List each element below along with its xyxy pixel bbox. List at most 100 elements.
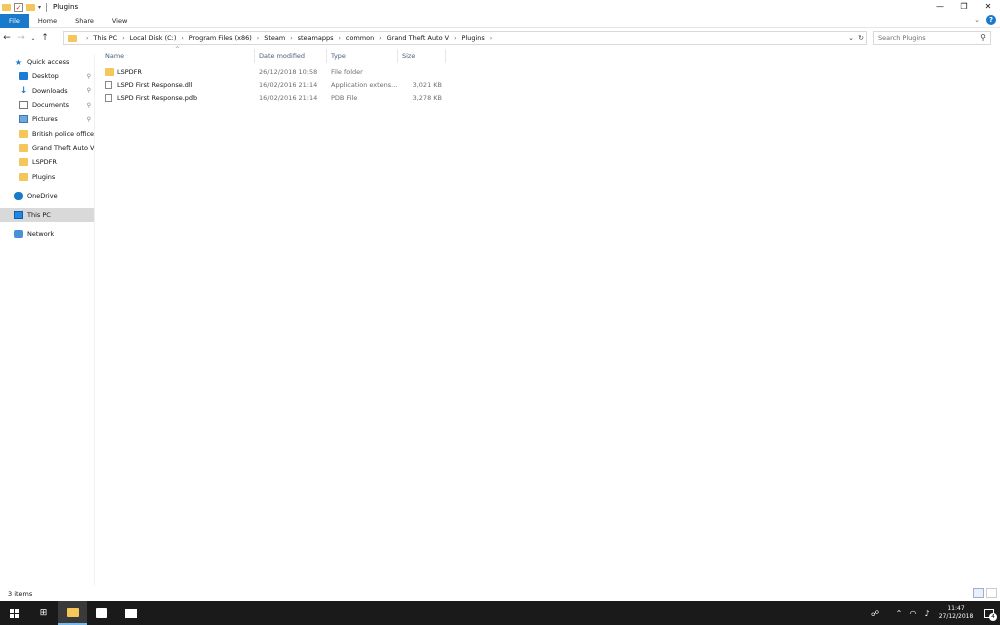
breadcrumb-separator[interactable]: › (122, 35, 124, 42)
windows-icon (10, 608, 19, 618)
file-row[interactable]: LSPD First Response.dll 16/02/2016 21:14… (101, 79, 1000, 92)
sidebar-item-plugins[interactable]: Plugins (0, 169, 94, 183)
restore-button[interactable]: ❐ (952, 0, 976, 14)
task-view-button[interactable]: ⊞ (29, 601, 58, 625)
file-type: Application extens... (331, 81, 398, 90)
search-icon[interactable]: ⚲ (980, 32, 986, 44)
search-input[interactable]: Search Plugins ⚲ (873, 31, 991, 45)
breadcrumb-program-files[interactable]: Program Files (x86) (189, 34, 252, 42)
forward-arrow-icon[interactable]: → (14, 33, 28, 43)
pin-icon: ⚲ (86, 87, 91, 95)
large-icons-view-icon[interactable] (986, 588, 997, 598)
new-folder-icon[interactable] (26, 3, 35, 11)
file-type: PDB File (331, 93, 358, 102)
folder-icon (105, 68, 114, 77)
sidebar-item-lspdfr[interactable]: LSPDFR (0, 155, 94, 169)
refresh-icon[interactable]: ↻ (856, 34, 866, 42)
sidebar-item-label: Pictures (32, 115, 58, 124)
breadcrumb-separator[interactable]: › (181, 35, 183, 42)
file-explorer-taskbar-button[interactable] (58, 601, 87, 625)
close-button[interactable]: ✕ (976, 0, 1000, 14)
start-button[interactable] (0, 601, 29, 625)
navigation-pane: ★ Quick access Desktop ⚲ ↓ Downloads ⚲ D… (0, 55, 95, 585)
sidebar-item-label: OneDrive (27, 191, 58, 200)
sidebar-item-label: British police officer (32, 129, 94, 138)
column-header-type[interactable]: Type (327, 49, 398, 63)
taskbar: ⊞ ☍ ⌃ ◠ ♪ 11:47 27/12/2018 4 (0, 601, 1000, 625)
sidebar-item-this-pc[interactable]: This PC (0, 207, 94, 223)
breadcrumb-separator[interactable]: › (86, 35, 88, 42)
people-icon[interactable]: ☍ (868, 609, 882, 618)
search-placeholder: Search Plugins (878, 34, 926, 42)
breadcrumb-separator[interactable]: › (490, 35, 492, 42)
computer-icon (14, 211, 23, 220)
breadcrumb-separator[interactable]: › (338, 35, 340, 42)
column-header-date[interactable]: Date modified (255, 49, 327, 63)
file-icon (105, 81, 112, 90)
breadcrumb-steam[interactable]: Steam (264, 34, 285, 42)
sidebar-item-network[interactable]: Network (0, 227, 94, 241)
sidebar-item-pictures[interactable]: Pictures ⚲ (0, 112, 94, 126)
task-view-icon: ⊞ (39, 608, 48, 618)
wifi-icon[interactable]: ◠ (906, 609, 920, 618)
file-row[interactable]: LSPD First Response.pdb 16/02/2016 21:14… (101, 91, 1000, 104)
minimize-button[interactable]: — (928, 0, 952, 14)
title-bar: ✓ ▾ Plugins — ❐ ✕ (0, 0, 1000, 14)
clock[interactable]: 11:47 27/12/2018 (934, 605, 978, 621)
tab-view[interactable]: View (103, 14, 136, 28)
sidebar-item-desktop[interactable]: Desktop ⚲ (0, 69, 94, 83)
notification-count-badge: 4 (989, 613, 997, 621)
breadcrumb-gta-v[interactable]: Grand Theft Auto V (387, 34, 450, 42)
action-center-button[interactable]: 4 (978, 601, 1000, 625)
mail-taskbar-button[interactable] (116, 601, 145, 625)
window-title: Plugins (53, 3, 79, 11)
sidebar-item-label: Desktop (32, 72, 59, 81)
address-bar[interactable]: › This PC › Local Disk (C:) › Program Fi… (63, 31, 867, 45)
folder-icon (19, 143, 28, 152)
breadcrumb-separator[interactable]: › (379, 35, 381, 42)
ribbon-tabs: File Home Share View ⌄ ? (0, 13, 1000, 28)
recent-locations-icon[interactable]: ⌄ (28, 35, 38, 42)
mail-icon (124, 608, 137, 618)
sidebar-item-gta-v[interactable]: Grand Theft Auto V (0, 141, 94, 155)
folder-icon (66, 607, 79, 617)
breadcrumb-this-pc[interactable]: This PC (93, 34, 117, 42)
breadcrumb-separator[interactable]: › (454, 35, 456, 42)
sidebar-item-label: Quick access (27, 58, 70, 67)
sort-ascending-icon: ^ (175, 46, 181, 53)
sidebar-item-quick-access[interactable]: ★ Quick access (0, 55, 94, 69)
tab-file[interactable]: File (0, 13, 29, 28)
breadcrumb-plugins[interactable]: Plugins (462, 34, 485, 42)
sidebar-item-onedrive[interactable]: OneDrive (0, 189, 94, 203)
file-row[interactable]: LSPDFR 26/12/2018 10:58 File folder (101, 66, 1000, 79)
sidebar-item-british-police[interactable]: British police officer (0, 126, 94, 140)
volume-icon[interactable]: ♪ (920, 609, 934, 618)
address-dropdown-icon[interactable]: ⌄ (846, 34, 856, 42)
column-header-size[interactable]: Size (398, 49, 446, 63)
back-arrow-icon[interactable]: ← (0, 33, 14, 43)
desktop-icon (19, 72, 28, 81)
sidebar-item-label: LSPDFR (32, 158, 57, 167)
file-name: LSPD First Response.pdb (117, 93, 198, 102)
customize-dropdown-icon[interactable]: ▾ (38, 4, 41, 11)
tab-share[interactable]: Share (66, 14, 103, 28)
sidebar-item-downloads[interactable]: ↓ Downloads ⚲ (0, 84, 94, 98)
divider (46, 2, 48, 12)
item-count: 3 items (8, 590, 33, 598)
breadcrumb-separator[interactable]: › (290, 35, 292, 42)
properties-icon[interactable]: ✓ (14, 2, 23, 12)
tab-home[interactable]: Home (29, 14, 66, 28)
details-view-icon[interactable] (973, 588, 984, 598)
help-icon[interactable]: ? (986, 15, 996, 25)
breadcrumb-separator[interactable]: › (257, 35, 259, 42)
breadcrumb-local-disk[interactable]: Local Disk (C:) (130, 34, 177, 42)
show-hidden-icons-icon[interactable]: ⌃ (892, 609, 906, 618)
sidebar-item-documents[interactable]: Documents ⚲ (0, 98, 94, 112)
folder-icon (2, 3, 11, 11)
file-date: 26/12/2018 10:58 (259, 68, 318, 77)
store-taskbar-button[interactable] (87, 601, 116, 625)
expand-ribbon-icon[interactable]: ⌄ (974, 16, 980, 24)
breadcrumb-common[interactable]: common (346, 34, 374, 42)
breadcrumb-steamapps[interactable]: steamapps (298, 34, 334, 42)
up-arrow-icon[interactable]: ↑ (38, 33, 52, 43)
